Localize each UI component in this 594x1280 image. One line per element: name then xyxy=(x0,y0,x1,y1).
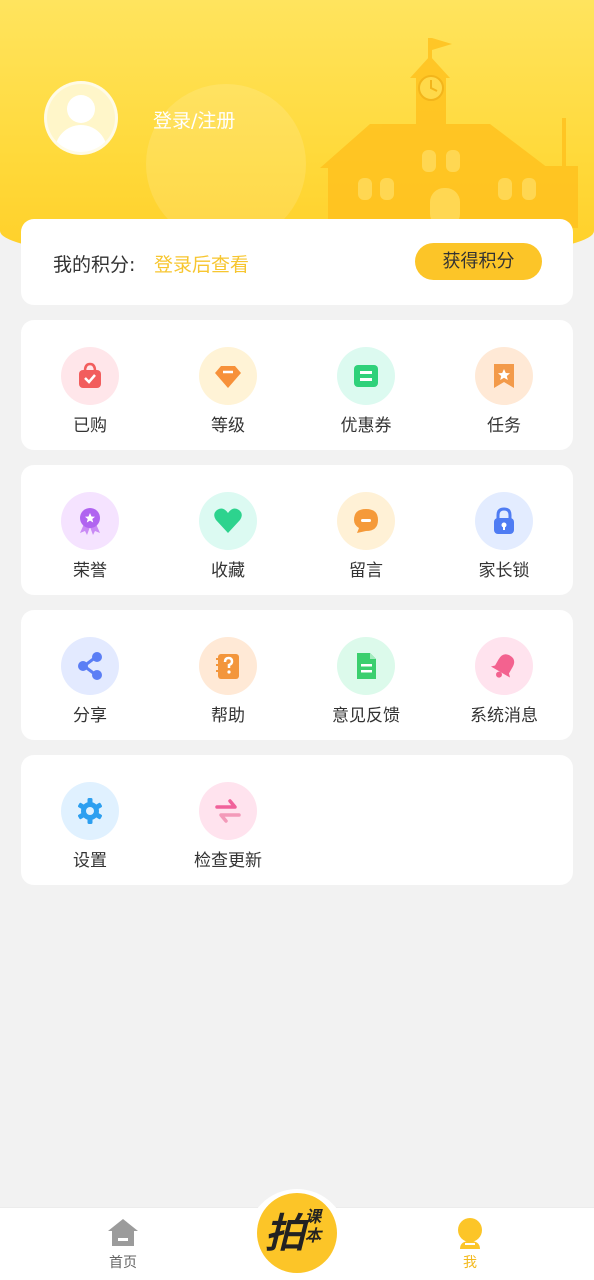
tab-home[interactable]: 首页 xyxy=(63,1208,183,1280)
tab-home-label: 首页 xyxy=(109,1255,137,1271)
menu-label: 等级 xyxy=(211,416,245,436)
menu-label: 帮助 xyxy=(211,706,245,726)
help-book-icon xyxy=(199,637,257,695)
share-icon xyxy=(61,637,119,695)
menu-item-favorites[interactable]: 收藏 xyxy=(159,465,297,595)
heart-icon xyxy=(199,492,257,550)
menu-card-support: 分享 帮助 意见反馈 系统消息 xyxy=(21,610,573,740)
login-register-link[interactable]: 登录/注册 xyxy=(153,106,235,133)
user-avatar[interactable] xyxy=(44,81,118,155)
chat-bubble-icon xyxy=(337,492,395,550)
menu-label: 分享 xyxy=(73,706,107,726)
menu-item-share[interactable]: 分享 xyxy=(21,610,159,740)
tab-me[interactable]: 我 xyxy=(410,1208,530,1280)
menu-item-check-update[interactable]: 检查更新 xyxy=(159,755,297,885)
menu-card-orders: 已购 等级 优惠券 任务 xyxy=(21,320,573,450)
document-icon xyxy=(337,637,395,695)
bell-icon xyxy=(475,637,533,695)
gear-icon xyxy=(61,782,119,840)
menu-label: 收藏 xyxy=(211,561,245,581)
menu-label: 家长锁 xyxy=(478,561,530,581)
menu-item-coupon[interactable]: 优惠券 xyxy=(297,320,435,450)
menu-item-feedback[interactable]: 意见反馈 xyxy=(297,610,435,740)
menu-card-personal: 荣誉 收藏 留言 家长锁 xyxy=(21,465,573,595)
points-label: 我的积分: xyxy=(53,254,136,276)
menu-card-system: 设置 检查更新 xyxy=(21,755,573,885)
menu-label: 设置 xyxy=(73,851,107,871)
scan-textbook-button[interactable]: 拍 课本 xyxy=(257,1193,337,1273)
lock-icon xyxy=(475,492,533,550)
menu-item-help[interactable]: 帮助 xyxy=(159,610,297,740)
menu-item-level[interactable]: 等级 xyxy=(159,320,297,450)
home-icon xyxy=(108,1219,138,1246)
menu-label: 留言 xyxy=(349,561,383,581)
points-login-to-view-link[interactable]: 登录后查看 xyxy=(154,250,249,277)
menu-label: 已购 xyxy=(73,416,107,436)
menu-label: 系统消息 xyxy=(470,706,538,726)
update-arrows-icon xyxy=(199,782,257,840)
user-icon xyxy=(458,1218,482,1249)
diamond-icon xyxy=(199,347,257,405)
menu-item-honor[interactable]: 荣誉 xyxy=(21,465,159,595)
menu-item-message[interactable]: 留言 xyxy=(297,465,435,595)
medal-icon xyxy=(61,492,119,550)
menu-label: 优惠券 xyxy=(340,416,392,436)
menu-label: 荣誉 xyxy=(73,561,107,581)
tab-me-label: 我 xyxy=(463,1255,477,1271)
avatar-head xyxy=(67,95,95,123)
center-button-main-text: 拍 xyxy=(265,1211,305,1257)
school-building-illustration xyxy=(320,38,578,228)
bookmark-star-icon xyxy=(475,347,533,405)
center-button-sub-text: 课本 xyxy=(305,1207,322,1245)
shopping-bag-icon xyxy=(61,347,119,405)
earn-points-button[interactable]: 获得积分 xyxy=(415,243,542,280)
points-card: 我的积分: 登录后查看 获得积分 xyxy=(21,219,573,305)
coupon-icon xyxy=(337,347,395,405)
menu-label: 任务 xyxy=(487,416,521,436)
avatar-body xyxy=(55,125,107,152)
menu-label: 检查更新 xyxy=(194,851,262,871)
menu-item-system-messages[interactable]: 系统消息 xyxy=(435,610,573,740)
menu-item-purchased[interactable]: 已购 xyxy=(21,320,159,450)
menu-label: 意见反馈 xyxy=(332,706,400,726)
menu-item-task[interactable]: 任务 xyxy=(435,320,573,450)
menu-item-settings[interactable]: 设置 xyxy=(21,755,159,885)
menu-item-parental-lock[interactable]: 家长锁 xyxy=(435,465,573,595)
